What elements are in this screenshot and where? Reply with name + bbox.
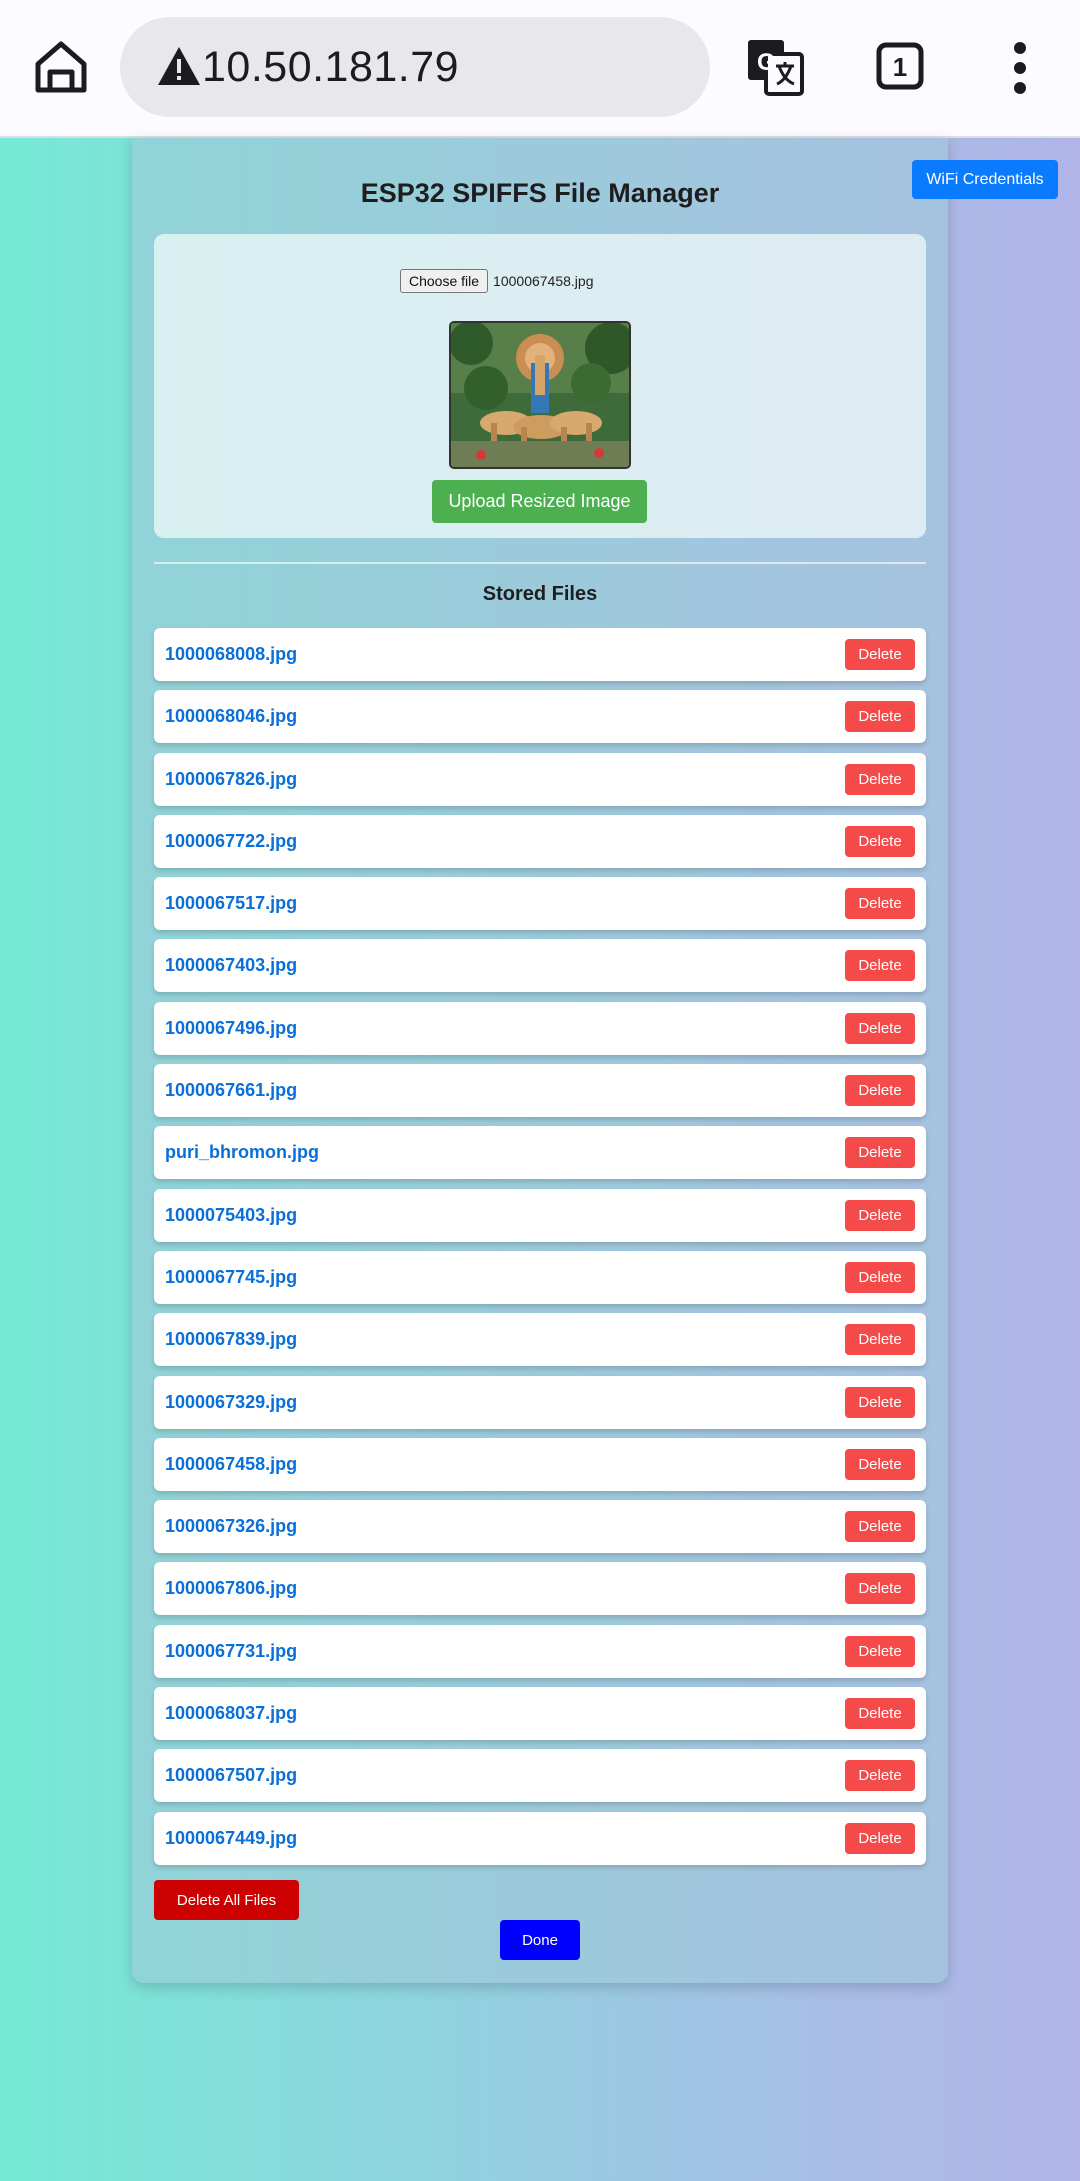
list-item: 1000067745.jpg Delete (154, 1250, 926, 1304)
svg-text:1: 1 (893, 52, 907, 82)
delete-file-button[interactable]: Delete (845, 1635, 915, 1667)
image-preview (449, 321, 631, 469)
file-link[interactable]: 1000067722.jpg (165, 831, 297, 852)
delete-file-button[interactable]: Delete (845, 763, 915, 795)
delete-file-button[interactable]: Delete (845, 1261, 915, 1293)
list-item: 1000068046.jpg Delete (154, 690, 926, 744)
file-link[interactable]: 1000075403.jpg (165, 1205, 297, 1226)
delete-file-button[interactable]: Delete (845, 1199, 915, 1231)
file-link[interactable]: 1000068008.jpg (165, 644, 297, 665)
list-item: 1000067722.jpg Delete (154, 814, 926, 868)
delete-file-button[interactable]: Delete (845, 1822, 915, 1854)
list-item: 1000067458.jpg Delete (154, 1437, 926, 1491)
list-item: 1000067517.jpg Delete (154, 877, 926, 931)
file-link[interactable]: 1000067326.jpg (165, 1516, 297, 1537)
address-bar[interactable]: 10.50.181.79 (120, 17, 710, 117)
delete-file-button[interactable]: Delete (845, 639, 915, 670)
list-item: 1000067326.jpg Delete (154, 1500, 926, 1554)
delete-file-button[interactable]: Delete (845, 1386, 915, 1418)
file-link[interactable]: puri_bhromon.jpg (165, 1142, 319, 1163)
done-button[interactable]: Done (500, 1920, 580, 1960)
file-link[interactable]: 1000067507.jpg (165, 1765, 297, 1786)
file-link[interactable]: 1000067839.jpg (165, 1329, 297, 1350)
more-vert-icon[interactable] (1000, 40, 1040, 96)
upload-resized-image-button[interactable]: Upload Resized Image (432, 480, 647, 523)
delete-file-button[interactable]: Delete (845, 701, 915, 733)
list-item: 1000067806.jpg Delete (154, 1562, 926, 1616)
file-link[interactable]: 1000067731.jpg (165, 1641, 297, 1662)
upload-panel: Choose file 1000067458.jpg Upload Resize… (154, 234, 926, 538)
list-item: 1000067403.jpg Delete (154, 939, 926, 993)
stored-files-title: Stored Files (482, 583, 598, 605)
warning-icon[interactable] (156, 45, 202, 87)
list-item: puri_bhromon.jpg Delete (154, 1126, 926, 1180)
list-item: 1000067731.jpg Delete (154, 1624, 926, 1678)
file-link[interactable]: 1000067806.jpg (165, 1578, 297, 1599)
delete-file-button[interactable]: Delete (845, 888, 915, 920)
svg-text:G: G (757, 49, 776, 76)
list-item: 1000068008.jpg Delete (154, 628, 926, 681)
page-title: ESP32 SPIFFS File Manager (360, 178, 720, 208)
delete-all-files-button[interactable]: Delete All Files (154, 1880, 299, 1920)
delete-file-button[interactable]: Delete (845, 825, 915, 857)
divider (154, 562, 926, 564)
delete-file-button[interactable]: Delete (845, 1760, 915, 1792)
delete-file-button[interactable]: Delete (845, 1448, 915, 1480)
list-item: 1000075403.jpg Delete (154, 1188, 926, 1242)
file-link[interactable]: 1000067745.jpg (165, 1267, 297, 1288)
list-item: 1000067507.jpg Delete (154, 1749, 926, 1803)
delete-file-button[interactable]: Delete (845, 1012, 915, 1044)
file-link[interactable]: 1000067458.jpg (165, 1454, 297, 1475)
selected-file-name: 1000067458.jpg (493, 273, 594, 289)
delete-file-button[interactable]: Delete (845, 1511, 915, 1543)
list-item: 1000067496.jpg Delete (154, 1001, 926, 1055)
file-link[interactable]: 1000067826.jpg (165, 769, 297, 790)
delete-file-button[interactable]: Delete (845, 1324, 915, 1356)
file-link[interactable]: 1000067496.jpg (165, 1018, 297, 1039)
list-item: 1000067826.jpg Delete (154, 752, 926, 806)
list-item: 1000067449.jpg Delete (154, 1811, 926, 1865)
file-input[interactable]: Choose file 1000067458.jpg (400, 269, 593, 293)
list-item: 1000067661.jpg Delete (154, 1064, 926, 1118)
file-list: 1000068008.jpg Delete 1000068046.jpg Delete… (154, 628, 926, 1874)
file-link[interactable]: 1000068046.jpg (165, 706, 297, 727)
delete-file-button[interactable]: Delete (845, 1698, 915, 1730)
translate-icon[interactable]: G (744, 36, 806, 98)
list-item: 1000067329.jpg Delete (154, 1375, 926, 1429)
list-item: 1000068037.jpg Delete (154, 1687, 926, 1741)
choose-file-button[interactable]: Choose file (400, 269, 489, 293)
file-link[interactable]: 1000067329.jpg (165, 1392, 297, 1413)
delete-file-button[interactable]: Delete (845, 1573, 915, 1605)
list-item: 1000067839.jpg Delete (154, 1313, 926, 1367)
tab-switcher-icon[interactable]: 1 (876, 42, 924, 90)
file-link[interactable]: 1000068037.jpg (165, 1703, 297, 1724)
file-link[interactable]: 1000067403.jpg (165, 955, 297, 976)
delete-file-button[interactable]: Delete (845, 1137, 915, 1169)
delete-file-button[interactable]: Delete (845, 950, 915, 982)
file-link[interactable]: 1000067449.jpg (165, 1828, 297, 1849)
url-text[interactable]: 10.50.181.79 (202, 43, 459, 92)
file-link[interactable]: 1000067661.jpg (165, 1080, 297, 1101)
home-icon[interactable] (30, 36, 92, 98)
file-link[interactable]: 1000067517.jpg (165, 893, 297, 914)
delete-file-button[interactable]: Delete (845, 1075, 915, 1107)
browser-toolbar: 10.50.181.79 G 1 (0, 0, 1080, 138)
